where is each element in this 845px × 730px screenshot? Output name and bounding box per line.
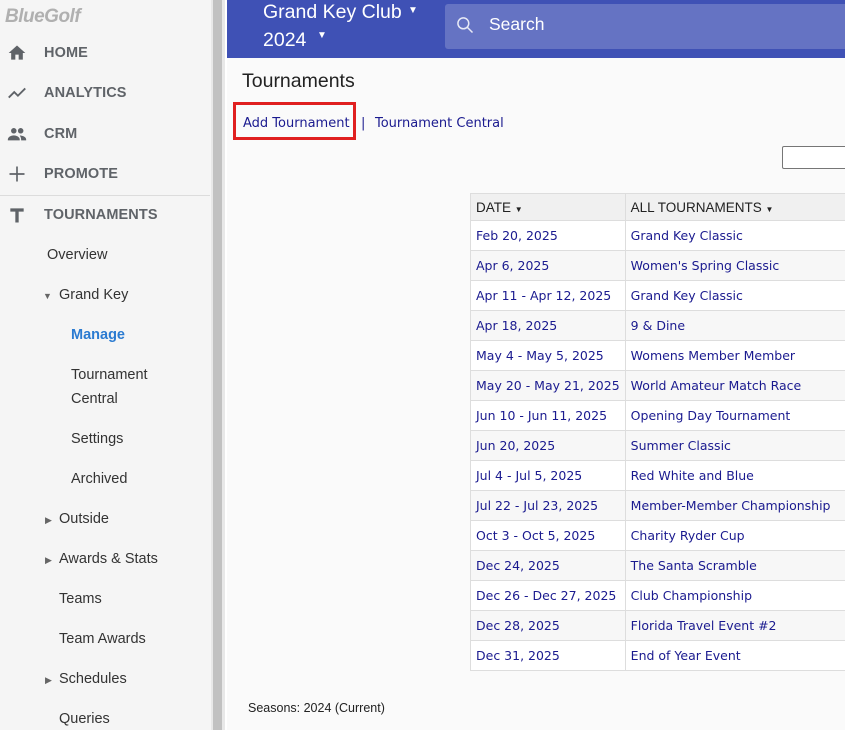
caret-down-icon[interactable]: ▼ xyxy=(43,291,52,301)
sort-caret-icon: ▼ xyxy=(765,204,774,214)
tournament-date-link[interactable]: Dec 31, 2025 xyxy=(470,640,626,671)
tournament-date-link[interactable]: Dec 24, 2025 xyxy=(470,550,626,581)
table-row: Dec 26 - Dec 27, 2025 Club Championship xyxy=(470,580,845,611)
tournament-name-link[interactable]: Red White and Blue xyxy=(624,460,845,491)
club-dropdown-icon[interactable]: ▼ xyxy=(408,5,418,16)
tournament-name-link[interactable]: 9 & Dine xyxy=(624,310,845,341)
sidebar-item-grand-key[interactable]: Grand Key xyxy=(59,287,128,303)
tournament-name-link[interactable]: Member-Member Championship xyxy=(624,490,845,521)
table-row: Apr 11 - Apr 12, 2025 Grand Key Classic xyxy=(470,280,845,311)
nav-analytics-label: ANALYTICS xyxy=(44,85,127,101)
tournament-name-link[interactable]: Womens Member Member xyxy=(624,340,845,371)
home-icon xyxy=(6,42,28,64)
plus-icon xyxy=(6,163,28,185)
search-icon xyxy=(455,15,475,35)
club-selector[interactable]: Grand Key Club xyxy=(263,0,402,26)
sidebar-item-teams[interactable]: Teams xyxy=(59,591,102,607)
tournament-date-link[interactable]: Feb 20, 2025 xyxy=(470,220,626,251)
tournament-date-link[interactable]: Jun 10 - Jun 11, 2025 xyxy=(470,400,626,431)
table-row: Dec 28, 2025 Florida Travel Event #2 xyxy=(470,610,845,641)
tournaments-table: DATE ▼ ALL TOURNAMENTS ▼ Feb 20, 2025 Gra… xyxy=(470,193,845,671)
sidebar-scrollbar-thumb[interactable] xyxy=(213,0,222,730)
sidebar-item-archived[interactable]: Archived xyxy=(71,471,127,487)
caret-right-icon[interactable]: ▶ xyxy=(45,675,52,686)
tournaments-column-header[interactable]: ALL TOURNAMENTS ▼ xyxy=(624,193,845,221)
sidebar-item-tournament-central-line1[interactable]: Tournament xyxy=(71,367,148,383)
trending-up-icon xyxy=(6,82,28,104)
table-row: May 20 - May 21, 2025 World Amateur Match… xyxy=(470,370,845,401)
tournament-date-link[interactable]: Apr 11 - Apr 12, 2025 xyxy=(470,280,626,311)
tournament-central-link[interactable]: Tournament Central xyxy=(375,116,504,131)
tournament-date-link[interactable]: Jun 20, 2025 xyxy=(470,430,626,461)
table-row: May 4 - May 5, 2025 Womens Member Member xyxy=(470,340,845,371)
tournament-name-link[interactable]: Florida Travel Event #2 xyxy=(624,610,845,641)
tournament-name-link[interactable]: End of Year Event xyxy=(624,640,845,671)
sort-caret-icon: ▼ xyxy=(514,204,523,214)
sidebar-item-outside[interactable]: Outside xyxy=(59,511,109,527)
table-row: Apr 6, 2025 Women's Spring Classic xyxy=(470,250,845,281)
tournament-date-link[interactable]: Jul 22 - Jul 23, 2025 xyxy=(470,490,626,521)
tournament-t-icon xyxy=(6,204,28,226)
tournament-date-link[interactable]: Apr 6, 2025 xyxy=(470,250,626,281)
tournament-date-link[interactable]: May 20 - May 21, 2025 xyxy=(470,370,626,401)
seasons-label: Seasons: 2024 (Current) xyxy=(248,701,385,715)
caret-right-icon[interactable]: ▶ xyxy=(45,555,52,566)
nav-promote[interactable]: PROMOTE xyxy=(0,154,210,194)
sidebar-item-manage[interactable]: Manage xyxy=(71,327,125,343)
tournament-name-link[interactable]: Summer Classic xyxy=(624,430,845,461)
search-placeholder: Search xyxy=(489,14,545,34)
filter-input[interactable] xyxy=(782,146,845,169)
nav-crm[interactable]: CRM xyxy=(0,114,210,154)
table-row: Dec 24, 2025 The Santa Scramble xyxy=(470,550,845,581)
sidebar-item-settings[interactable]: Settings xyxy=(71,431,123,447)
tournament-date-link[interactable]: Dec 26 - Dec 27, 2025 xyxy=(470,580,626,611)
tournament-name-link[interactable]: Charity Ryder Cup xyxy=(624,520,845,551)
sidebar-item-tournament-central-line2[interactable]: Central xyxy=(71,391,118,407)
caret-right-icon[interactable]: ▶ xyxy=(45,515,52,526)
date-column-header[interactable]: DATE ▼ xyxy=(470,193,626,221)
sidebar-item-team-awards[interactable]: Team Awards xyxy=(59,631,146,647)
sidebar-item-overview[interactable]: Overview xyxy=(47,247,107,263)
tournament-date-link[interactable]: Apr 18, 2025 xyxy=(470,310,626,341)
nav-promote-label: PROMOTE xyxy=(44,166,119,182)
tournament-name-link[interactable]: Club Championship xyxy=(624,580,845,611)
tournament-name-link[interactable]: Grand Key Classic xyxy=(624,280,845,311)
tournament-name-link[interactable]: Women's Spring Classic xyxy=(624,250,845,281)
sidebar-item-schedules[interactable]: Schedules xyxy=(59,671,127,687)
table-row: Oct 3 - Oct 5, 2025 Charity Ryder Cup xyxy=(470,520,845,551)
nav-tournaments-label: TOURNAMENTS xyxy=(44,207,158,223)
table-row: Jun 20, 2025 Summer Classic xyxy=(470,430,845,461)
nav-crm-label: CRM xyxy=(44,126,78,142)
sidebar-item-queries[interactable]: Queries xyxy=(59,711,110,727)
bluegolf-logo[interactable]: BlueGolf xyxy=(5,6,81,28)
tournament-date-link[interactable]: Jul 4 - Jul 5, 2025 xyxy=(470,460,626,491)
year-selector[interactable]: 2024 xyxy=(263,26,306,54)
tournament-name-link[interactable]: World Amateur Match Race xyxy=(624,370,845,401)
people-icon xyxy=(6,123,28,145)
sidebar-item-awards-stats[interactable]: Awards & Stats xyxy=(59,551,158,567)
sidebar: BlueGolf HOME ANALYTICS CRM PROMOTE TOUR… xyxy=(0,0,212,730)
nav-tournaments[interactable]: TOURNAMENTS xyxy=(0,195,210,235)
table-row: Feb 20, 2025 Grand Key Classic xyxy=(470,220,845,251)
tournament-name-link[interactable]: Opening Day Tournament xyxy=(624,400,845,431)
tournament-name-link[interactable]: Grand Key Classic xyxy=(624,220,845,251)
nav-home[interactable]: HOME xyxy=(0,33,210,73)
table-row: Apr 18, 2025 9 & Dine xyxy=(470,310,845,341)
tournament-name-link[interactable]: The Santa Scramble xyxy=(624,550,845,581)
table-row: Jul 22 - Jul 23, 2025 Member-Member Champ… xyxy=(470,490,845,521)
page-title: Tournaments xyxy=(242,70,355,92)
nav-home-label: HOME xyxy=(44,45,88,61)
highlight-annotation xyxy=(233,102,356,140)
nav-analytics[interactable]: ANALYTICS xyxy=(0,73,210,113)
table-row: Jun 10 - Jun 11, 2025 Opening Day Tournam… xyxy=(470,400,845,431)
link-separator: | xyxy=(361,116,366,131)
tournament-date-link[interactable]: May 4 - May 5, 2025 xyxy=(470,340,626,371)
tournament-date-link[interactable]: Oct 3 - Oct 5, 2025 xyxy=(470,520,626,551)
table-row: Jul 4 - Jul 5, 2025 Red White and Blue xyxy=(470,460,845,491)
table-row: Dec 31, 2025 End of Year Event xyxy=(470,640,845,671)
table-header-row: DATE ▼ ALL TOURNAMENTS ▼ xyxy=(470,193,845,221)
tournament-date-link[interactable]: Dec 28, 2025 xyxy=(470,610,626,641)
year-dropdown-icon[interactable]: ▼ xyxy=(317,30,327,41)
